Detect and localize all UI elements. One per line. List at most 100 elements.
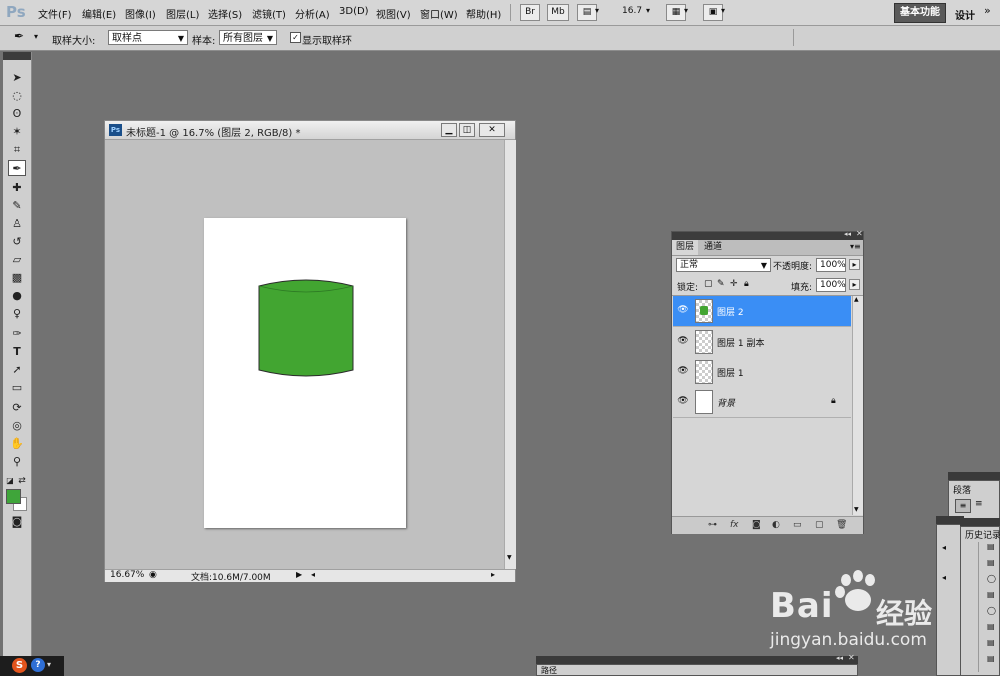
layer-name[interactable]: 图层 1 副本 (717, 336, 764, 349)
arrange-documents-button[interactable]: ▦ (666, 4, 686, 21)
chevron-down-icon[interactable]: ▾ (646, 6, 650, 15)
path-selection-tool-icon[interactable]: ➚ (8, 362, 26, 378)
lock-transparent-icon[interactable]: ▢ (704, 279, 713, 289)
history-panel-header[interactable] (960, 518, 1000, 526)
zoom-level[interactable]: 16.7 (622, 6, 642, 16)
lock-all-icon[interactable]: 🔒︎ (744, 279, 749, 289)
show-ring-checkbox[interactable]: ✓ (290, 32, 301, 43)
menu-select[interactable]: 选择(S) (208, 6, 242, 21)
zoom-percentage[interactable]: 16.67% (110, 570, 144, 580)
tab-history[interactable]: 历史记录 (965, 528, 1000, 541)
view-extras-button[interactable]: ▤ (577, 4, 597, 21)
menu-help[interactable]: 帮助(H) (466, 6, 501, 21)
eraser-tool-icon[interactable]: ▱ (8, 252, 26, 268)
type-tool-icon[interactable]: T (8, 344, 26, 360)
eye-icon[interactable]: 👁︎ (677, 396, 689, 406)
menu-view[interactable]: 视图(V) (376, 6, 411, 21)
gradient-tool-icon[interactable]: ▩ (8, 270, 26, 286)
menu-file[interactable]: 文件(F) (38, 6, 72, 21)
close-icon[interactable]: ✕ (856, 229, 863, 238)
new-layer-icon[interactable]: ▢ (815, 520, 824, 530)
align-center-icon[interactable]: ≡ (975, 499, 983, 509)
history-state-icon[interactable]: ▤ (987, 558, 995, 567)
panel-menu-icon[interactable]: ▾≡ (850, 242, 861, 251)
history-state-icon[interactable]: ▤ (987, 590, 995, 599)
eyedropper-tool-icon[interactable]: ✒ (8, 160, 26, 176)
marquee-tool-icon[interactable]: ◌ (8, 88, 26, 104)
workspace-more-button[interactable]: » (984, 4, 991, 17)
adjustment-layer-icon[interactable]: ◐ (772, 520, 780, 530)
tab-layers[interactable]: 图层 (672, 240, 699, 255)
minimize-button[interactable]: ▁ (441, 123, 457, 137)
history-state-icon[interactable]: ▤ (987, 654, 995, 663)
link-layers-icon[interactable]: ⊶ (708, 520, 717, 530)
quick-mask-icon[interactable]: ◙ (8, 514, 26, 530)
chevron-down-icon[interactable]: ▾ (684, 6, 688, 15)
layer-row-background[interactable]: 👁︎ 背景 🔒︎ (673, 387, 851, 418)
menu-image[interactable]: 图像(I) (125, 6, 156, 21)
eyedropper-icon[interactable]: ✒ (14, 29, 24, 43)
eye-icon[interactable]: 👁︎ (677, 366, 689, 376)
menu-analysis[interactable]: 分析(A) (295, 6, 330, 21)
history-state-icon[interactable]: ▤ (987, 638, 995, 647)
scroll-down-icon[interactable]: ▼ (507, 554, 512, 561)
menu-layer[interactable]: 图层(L) (166, 6, 199, 21)
restore-button[interactable]: ◫ (459, 123, 475, 137)
toolbar-header[interactable] (3, 52, 31, 60)
new-group-icon[interactable]: ▭ (793, 520, 802, 530)
scroll-down-icon[interactable]: ▼ (854, 506, 859, 513)
opacity-input[interactable]: 100% (816, 258, 846, 272)
history-ellipse-icon[interactable]: ◯ (987, 574, 996, 583)
vertical-scrollbar[interactable]: ▼ (504, 140, 516, 569)
layer-row-layer1[interactable]: 👁︎ 图层 1 (673, 357, 851, 388)
sample-size-select[interactable]: 取样点 ▼ (108, 30, 188, 45)
status-menu-arrow-icon[interactable]: ▶ (296, 570, 302, 579)
layer-name[interactable]: 图层 1 (717, 366, 744, 379)
swap-colors-icon[interactable]: ⇄ (17, 473, 27, 489)
layer-row-layer1-copy[interactable]: 👁︎ 图层 1 副本 (673, 327, 851, 358)
paragraph-panel-header[interactable] (948, 472, 1000, 480)
clone-stamp-tool-icon[interactable]: ♙ (8, 216, 26, 232)
lock-position-icon[interactable]: ✛ (730, 279, 738, 289)
align-left-icon[interactable]: ≡ (955, 499, 971, 513)
screen-mode-button[interactable]: ▣ (703, 4, 723, 21)
hand-tool-icon[interactable]: ✋ (8, 436, 26, 452)
bridge-button[interactable]: Br (520, 4, 540, 21)
opacity-arrow-icon[interactable]: ▸ (849, 259, 860, 270)
layer-name[interactable]: 背景 (717, 396, 735, 409)
paths-panel-header[interactable]: ◂◂ ✕ (536, 653, 858, 664)
input-method-icon[interactable]: S (12, 658, 27, 673)
crop-tool-icon[interactable]: ⌗ (8, 142, 26, 158)
move-tool-icon[interactable]: ➤ (8, 70, 26, 86)
tab-channels[interactable]: 通道 (700, 240, 726, 255)
menu-3d[interactable]: 3D(D) (339, 6, 369, 17)
shape-tool-icon[interactable]: ▭ (8, 380, 26, 396)
chevron-down-icon[interactable]: ▾ (721, 6, 725, 15)
tab-paths[interactable]: 路径 (541, 665, 557, 676)
panel-header-bar[interactable]: ◂◂ ✕ (672, 229, 863, 240)
document-title-bar[interactable]: Ps 未标题-1 @ 16.7% (图层 2, RGB/8) * ▁ ◫ ✕ (105, 121, 515, 140)
chevron-down-icon[interactable]: ▾ (595, 6, 599, 15)
default-colors-icon[interactable]: ◪ (5, 473, 15, 489)
add-mask-icon[interactable]: ◙ (752, 520, 761, 530)
zoom-tool-icon[interactable]: ⚲ (8, 454, 26, 470)
3d-rotate-tool-icon[interactable]: ⟳ (8, 400, 26, 416)
layer-row-layer2[interactable]: 👁︎ 图层 2 (673, 296, 851, 327)
brush-tool-icon[interactable]: ✎ (8, 198, 26, 214)
scroll-left-icon[interactable]: ◂ (311, 570, 315, 579)
history-brush-tool-icon[interactable]: ↺ (8, 234, 26, 250)
eye-icon[interactable]: 👁︎ (677, 305, 689, 315)
canvas-paper[interactable] (204, 218, 406, 528)
dodge-tool-icon[interactable]: ♀ (8, 306, 26, 322)
layer-name[interactable]: 图层 2 (717, 305, 744, 318)
menu-edit[interactable]: 编辑(E) (82, 6, 116, 21)
history-state-icon[interactable]: ▤ (987, 542, 995, 551)
tab-paragraph[interactable]: 段落 (953, 483, 971, 496)
layers-scrollbar[interactable]: ▲ ▼ (852, 296, 863, 515)
scroll-up-icon[interactable]: ▲ (854, 296, 859, 303)
canvas-area[interactable] (106, 140, 504, 569)
sample-select[interactable]: 所有图层 ▼ (219, 30, 277, 45)
lasso-tool-icon[interactable]: ʘ (8, 106, 26, 122)
mini-bridge-button[interactable]: Mb (547, 4, 569, 21)
chevron-down-icon[interactable]: ▾ (47, 660, 51, 669)
